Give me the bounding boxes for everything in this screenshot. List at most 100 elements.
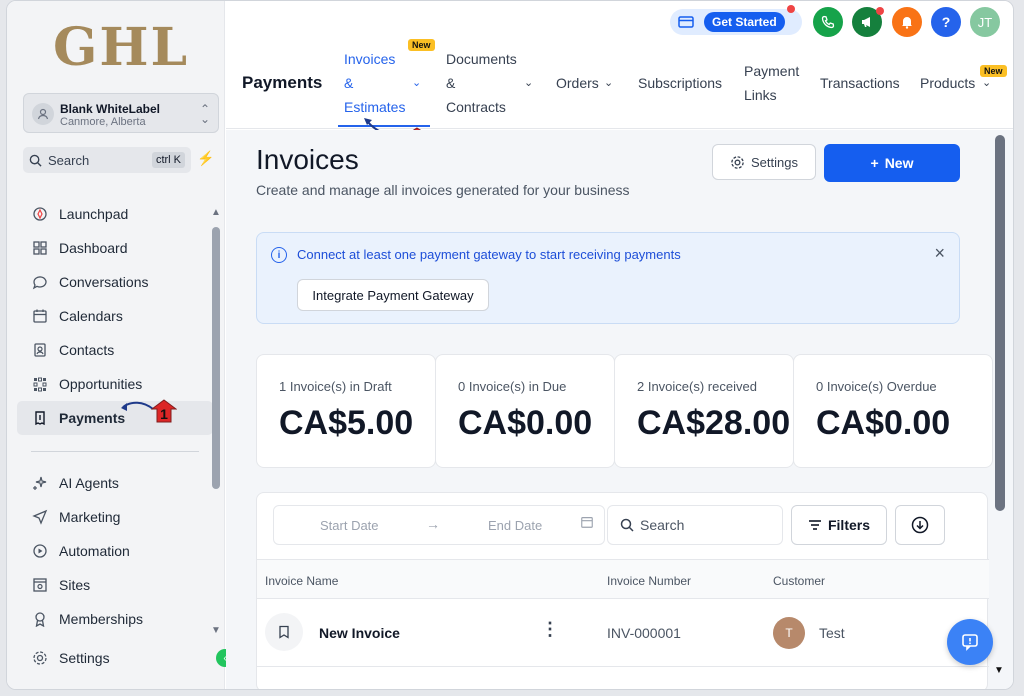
sidebar-scroll-thumb[interactable] xyxy=(212,227,220,489)
new-invoice-button[interactable]: + New xyxy=(824,144,960,182)
invoice-search-input[interactable]: Search xyxy=(607,505,783,545)
tab-label-line: Documents xyxy=(446,51,517,67)
filters-button[interactable]: Filters xyxy=(791,505,887,545)
sidebar-item-conversations[interactable]: Conversations xyxy=(17,265,213,299)
annotation-number: 1 xyxy=(160,406,168,422)
chat-icon xyxy=(31,273,49,291)
scroll-up-icon[interactable]: ▲ xyxy=(211,207,221,218)
help-icon: ? xyxy=(941,14,951,30)
megaphone-icon xyxy=(862,17,870,27)
stat-card-draft[interactable]: 1 Invoice(s) in Draft CA$5.00 xyxy=(256,354,436,468)
phone-button[interactable] xyxy=(813,7,843,37)
column-header[interactable]: Invoice Name xyxy=(265,574,338,588)
stat-value: CA$5.00 xyxy=(279,404,414,442)
calendar-icon[interactable] xyxy=(580,515,594,532)
sidebar-item-memberships[interactable]: Memberships xyxy=(17,602,213,636)
date-range-picker[interactable]: Start Date → End Date xyxy=(273,505,605,545)
plus-icon: + xyxy=(870,155,879,171)
settings-button[interactable]: Settings xyxy=(712,144,816,180)
sidebar-item-label: Settings xyxy=(59,650,110,666)
tab-transactions[interactable]: Transactions xyxy=(820,71,900,95)
sidebar-item-launchpad[interactable]: Launchpad xyxy=(17,197,213,231)
account-location: Canmore, Alberta xyxy=(60,116,146,128)
help-button[interactable]: ? xyxy=(931,7,961,37)
sidebar-item-label: Opportunities xyxy=(59,376,143,392)
tab-orders[interactable]: Orders ⌄ xyxy=(556,71,620,95)
chevron-updown-icon: ⌃ ⌄ xyxy=(199,102,210,126)
stat-label: 2 Invoice(s) received xyxy=(637,379,757,394)
stat-card-overdue[interactable]: 0 Invoice(s) Overdue CA$0.00 xyxy=(793,354,993,468)
stat-card-received[interactable]: 2 Invoice(s) received CA$28.00 xyxy=(614,354,794,468)
sidebar-item-label: Calendars xyxy=(59,308,123,324)
sidebar-scrollbar[interactable]: ▲ ▼ xyxy=(211,207,221,636)
send-icon xyxy=(31,508,49,526)
section-title: Payments xyxy=(242,73,323,92)
award-icon xyxy=(31,610,49,628)
sidebar-item-payments[interactable]: Payments xyxy=(17,401,213,435)
end-date-input[interactable]: End Date xyxy=(488,518,542,533)
sidebar-item-automation[interactable]: Automation xyxy=(17,534,213,568)
get-started-button[interactable]: Get Started xyxy=(670,9,802,35)
sidebar-item-calendars[interactable]: Calendars xyxy=(17,299,213,333)
stat-card-due[interactable]: 0 Invoice(s) in Due CA$0.00 xyxy=(435,354,615,468)
user-avatar[interactable]: JT xyxy=(970,7,1000,37)
customer-avatar: T xyxy=(773,617,805,649)
tab-documents-contracts[interactable]: Documents & Contracts ⌄ xyxy=(446,47,542,119)
calendar-icon xyxy=(31,307,49,325)
page-tabs: Payments Invoices & Estimates ⌄ New Docu… xyxy=(226,39,1013,129)
search-placeholder: Search xyxy=(640,517,685,533)
notification-dot xyxy=(787,5,795,13)
column-header[interactable]: Customer xyxy=(773,574,825,588)
stat-label: 0 Invoice(s) Overdue xyxy=(816,379,937,394)
settings-button-label: Settings xyxy=(751,154,798,170)
app-window: GHL Blank WhiteLabel Canmore, Alberta ⌃ ⌄… xyxy=(6,0,1014,690)
search-icon xyxy=(620,518,634,532)
scroll-down-icon[interactable]: ▼ xyxy=(994,665,1004,676)
lightning-icon[interactable]: ⚡ xyxy=(197,150,214,167)
contacts-icon xyxy=(31,341,49,359)
column-header[interactable]: Invoice Number xyxy=(607,574,691,588)
download-button[interactable] xyxy=(895,505,945,545)
feedback-button[interactable] xyxy=(947,619,993,665)
main-scrollbar-thumb[interactable] xyxy=(995,135,1005,511)
chevron-down-icon: ⌄ xyxy=(524,77,534,89)
filter-icon xyxy=(808,520,821,530)
tab-label: Subscriptions xyxy=(638,75,723,91)
stat-label: 1 Invoice(s) in Draft xyxy=(279,379,392,394)
sidebar-search[interactable]: Search ctrl K xyxy=(23,147,191,173)
close-icon[interactable]: × xyxy=(934,243,945,264)
sidebar: GHL Blank WhiteLabel Canmore, Alberta ⌃ ⌄… xyxy=(7,1,225,689)
scroll-down-icon[interactable]: ▼ xyxy=(211,625,221,636)
table-row[interactable]: New Invoice ⋮ INV-000001 T Test xyxy=(257,599,989,667)
bell-icon xyxy=(902,17,912,29)
sidebar-item-label: AI Agents xyxy=(59,475,119,491)
tab-payment-links[interactable]: Payment Links xyxy=(744,59,804,107)
sidebar-item-contacts[interactable]: Contacts xyxy=(17,333,213,367)
integrate-gateway-button[interactable]: Integrate Payment Gateway xyxy=(297,279,489,311)
logo: GHL xyxy=(53,17,190,78)
info-icon: i xyxy=(271,247,287,263)
funnel-icon xyxy=(31,375,49,393)
sidebar-item-marketing[interactable]: Marketing xyxy=(17,500,213,534)
sidebar-item-sites[interactable]: Sites xyxy=(17,568,213,602)
main-content: Invoices Create and manage all invoices … xyxy=(226,130,1013,689)
payment-gateway-banner: i Connect at least one payment gateway t… xyxy=(256,232,960,324)
sidebar-item-dashboard[interactable]: Dashboard xyxy=(17,231,213,265)
sidebar-item-ai-agents[interactable]: AI Agents xyxy=(17,466,213,500)
invoice-number: INV-000001 xyxy=(607,625,681,641)
new-button-label: New xyxy=(884,155,914,171)
stat-value: CA$0.00 xyxy=(458,404,593,442)
notifications-button[interactable] xyxy=(892,7,922,37)
sidebar-item-label: Dashboard xyxy=(59,240,128,256)
tab-label: Products xyxy=(920,75,976,91)
sidebar-item-settings[interactable]: Settings xyxy=(17,641,197,675)
chevron-down-icon: ⌄ xyxy=(412,77,422,89)
invoice-name[interactable]: New Invoice xyxy=(319,625,400,641)
tab-subscriptions[interactable]: Subscriptions xyxy=(638,71,722,95)
phone-icon xyxy=(821,15,835,29)
account-switcher[interactable]: Blank WhiteLabel Canmore, Alberta ⌃ ⌄ xyxy=(23,93,219,133)
start-date-input[interactable]: Start Date xyxy=(320,518,379,533)
sidebar-item-opportunities[interactable]: Opportunities xyxy=(17,367,213,401)
more-options-icon[interactable]: ⋮ xyxy=(541,619,559,640)
tab-invoices-estimates[interactable]: Invoices & Estimates ⌄ xyxy=(344,47,428,119)
